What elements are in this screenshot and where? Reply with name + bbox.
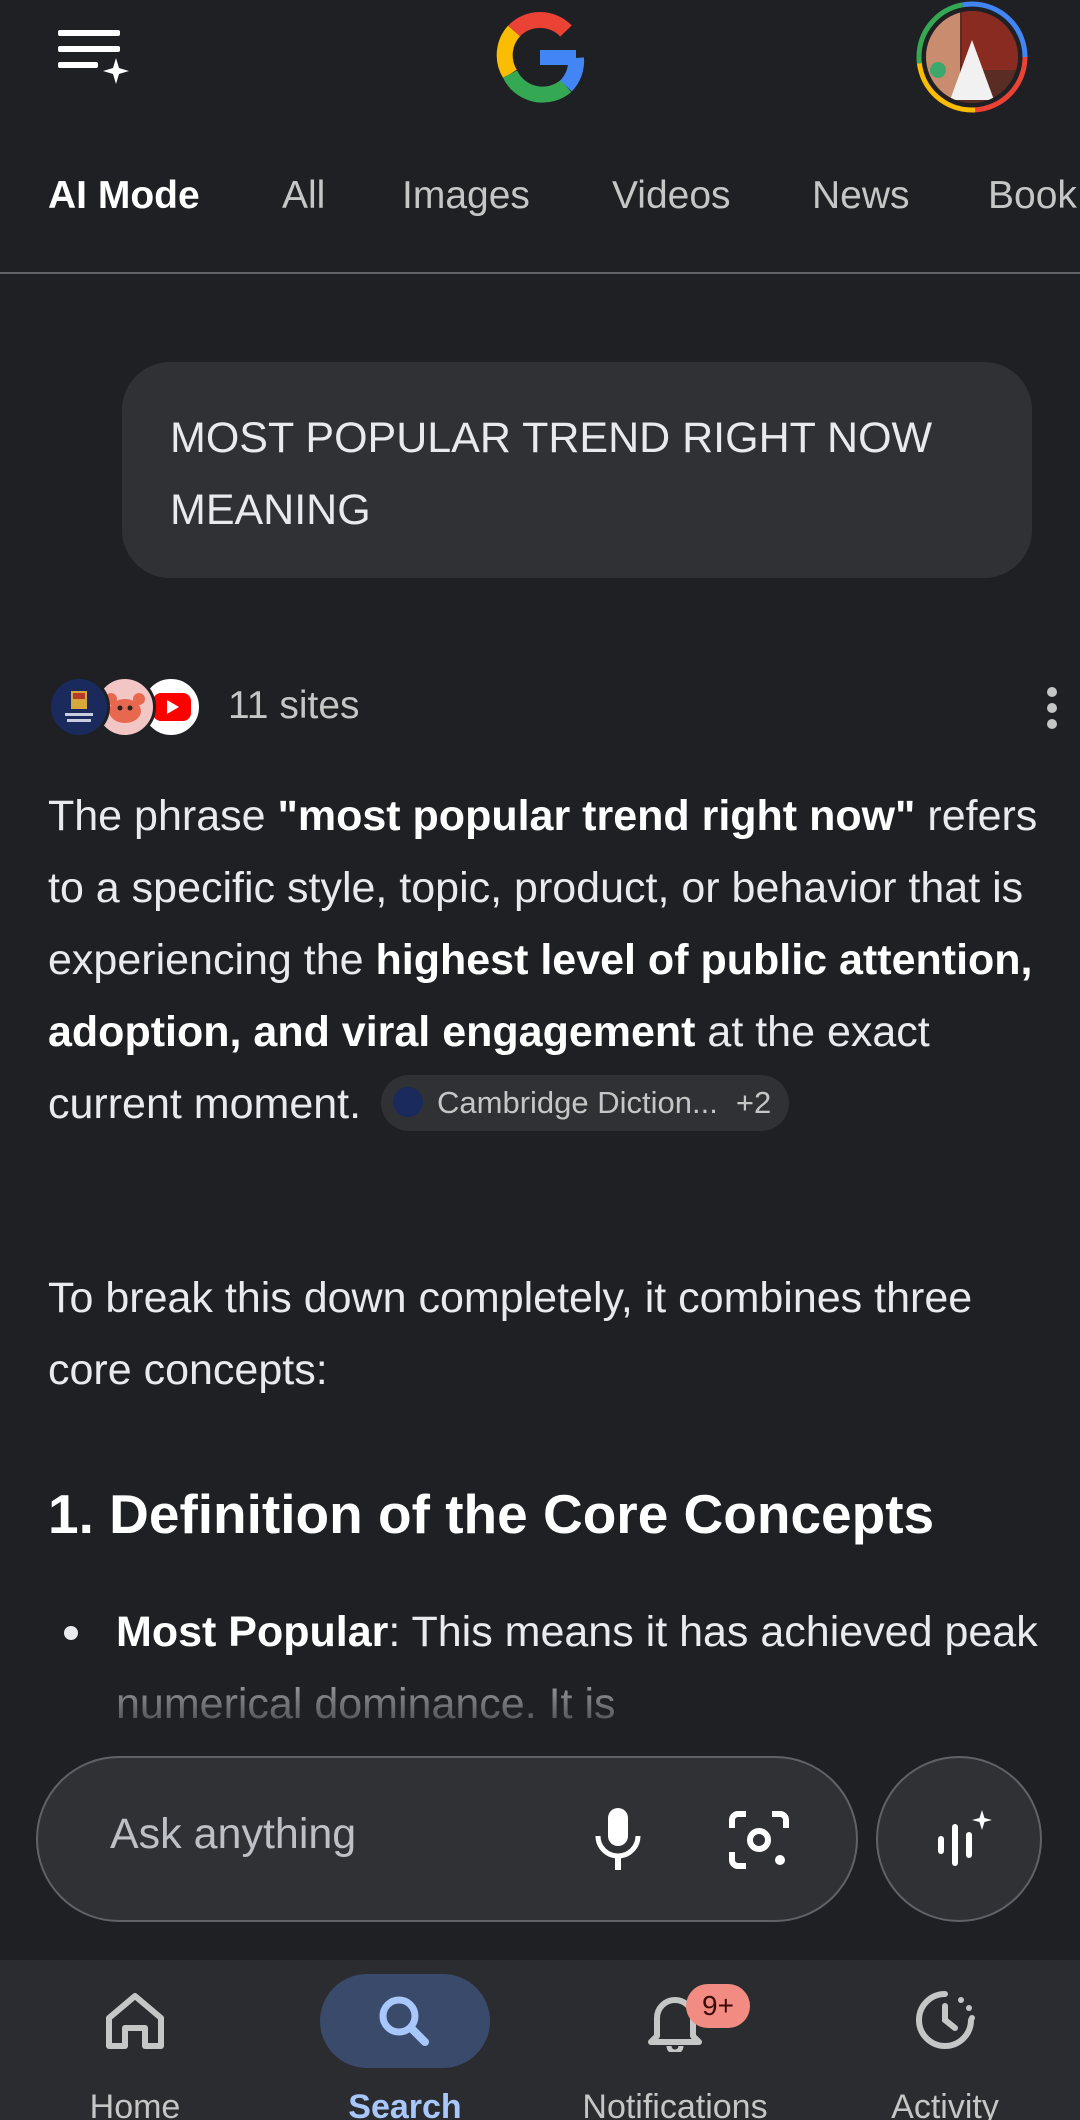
cambridge-dictionary-icon <box>393 1087 424 1118</box>
answer-text: The phrase <box>48 792 278 840</box>
nav-activity-label: Activity <box>891 2088 999 2120</box>
profile-avatar[interactable] <box>910 0 1034 118</box>
user-query-bubble: MOST POPULAR TREND RIGHT NOW MEANING <box>122 362 1032 578</box>
nav-notifications[interactable]: 9+ Notifications <box>540 1960 810 2120</box>
query-line-2: MEANING <box>170 486 371 534</box>
content-fade-overlay <box>0 1660 1080 1740</box>
tab-videos[interactable]: Videos <box>612 174 731 218</box>
nav-search-label: Search <box>348 2088 462 2120</box>
nav-notifications-label: Notifications <box>582 2088 768 2120</box>
tab-news[interactable]: News <box>812 174 910 218</box>
bullet-bold-term: Most Popular <box>116 1608 389 1656</box>
microphone-icon[interactable] <box>588 1806 648 1872</box>
tab-images[interactable]: Images <box>402 174 530 218</box>
ask-input-bar[interactable]: Ask anything <box>36 1756 858 1922</box>
more-options-icon[interactable] <box>1040 678 1064 738</box>
citation-extra: +2 <box>735 1084 772 1120</box>
tab-books[interactable]: Book <box>988 174 1077 218</box>
bullet-dot <box>64 1626 78 1640</box>
nav-activity[interactable]: Activity <box>810 1960 1080 2120</box>
voice-live-icon <box>938 1810 992 1866</box>
camera-lens-icon[interactable] <box>728 1810 790 1870</box>
search-icon <box>379 1996 429 2046</box>
answer-bold-phrase: "most popular trend right now" <box>277 792 916 840</box>
citation-chip[interactable]: Cambridge Diction... +2 <box>381 1074 790 1131</box>
nav-search[interactable]: Search <box>270 1960 540 2120</box>
tab-ai-mode[interactable]: AI Mode <box>48 174 200 218</box>
ai-mode-page: AI Mode All Images Videos News Book MOST… <box>0 0 1080 2120</box>
sources-row[interactable]: 11 sites <box>48 676 1057 740</box>
menu-sparkle-icon[interactable] <box>58 28 130 88</box>
notification-badge: 9+ <box>686 1984 750 2028</box>
top-bar <box>0 0 1080 130</box>
home-icon <box>106 1993 164 2049</box>
google-g-logo[interactable] <box>490 6 590 106</box>
answer-paragraph-2: To break this down completely, it combin… <box>48 1274 973 1394</box>
query-line-1: MOST POPULAR TREND RIGHT NOW <box>170 414 933 462</box>
answer-paragraph: The phrase "most popular trend right now… <box>48 780 1038 1140</box>
sources-count: 11 sites <box>228 684 360 727</box>
cambridge-dictionary-icon <box>48 676 110 738</box>
voice-live-button[interactable] <box>876 1756 1042 1922</box>
search-tabs: AI Mode All Images Videos News Book <box>0 160 1080 274</box>
activity-icon <box>916 1991 975 2049</box>
ask-input-placeholder[interactable]: Ask anything <box>110 1810 356 1859</box>
nav-home[interactable]: Home <box>0 1960 270 2120</box>
tab-all[interactable]: All <box>282 174 325 218</box>
section-heading: 1. Definition of the Core Concepts <box>48 1483 935 1545</box>
nav-home-label: Home <box>89 2088 181 2120</box>
citation-label: Cambridge Diction... <box>437 1084 718 1120</box>
bottom-navigation: Home Search 9+ Notifications Activity <box>0 1960 1080 2120</box>
